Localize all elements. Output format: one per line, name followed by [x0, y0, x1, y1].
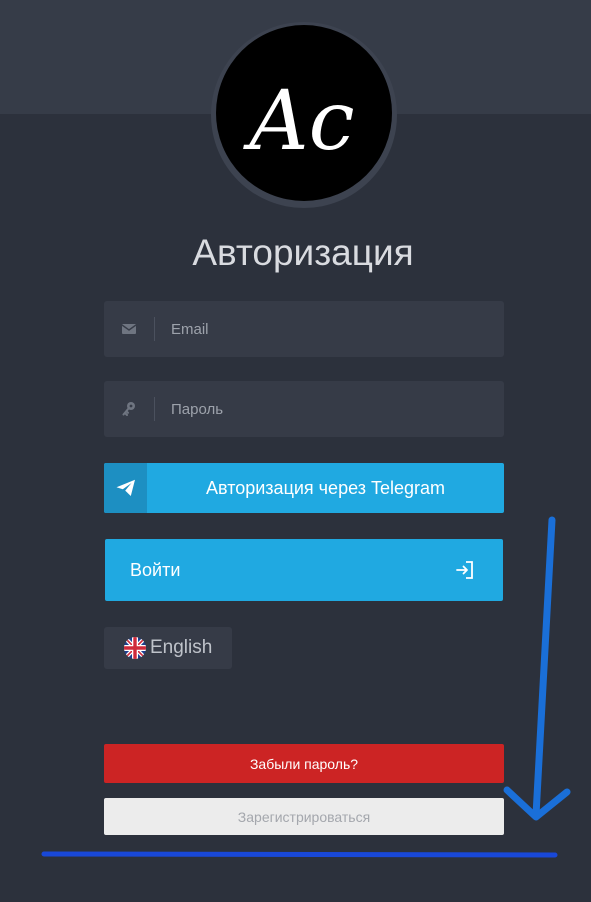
telegram-login-button[interactable]: Авторизация через Telegram [104, 463, 504, 513]
page-title: Авторизация [192, 232, 414, 273]
login-button[interactable]: Войти [105, 539, 503, 601]
annotation-arrow-head [503, 786, 571, 821]
key-icon [104, 381, 154, 437]
sign-in-icon [455, 560, 475, 580]
telegram-button-label: Авторизация через Telegram [206, 477, 445, 498]
password-field[interactable] [104, 381, 504, 437]
language-switcher[interactable]: English [104, 627, 232, 669]
forgot-password-button[interactable]: Забыли пароль? [104, 744, 504, 783]
annotation-arrow [532, 516, 556, 819]
uk-flag-icon [124, 637, 146, 659]
register-button[interactable]: Зарегистрироваться [104, 798, 504, 835]
site-logo: Ac [216, 25, 392, 201]
password-input[interactable] [155, 381, 504, 437]
paper-plane-icon [104, 463, 147, 513]
login-button-label: Войти [130, 559, 181, 580]
register-label: Зарегистрироваться [237, 808, 371, 825]
logo-text: Ac [242, 74, 354, 169]
logo-glyph: Ac [242, 74, 354, 169]
language-label: English [150, 637, 213, 658]
email-input[interactable] [155, 301, 504, 357]
email-field[interactable] [104, 301, 504, 357]
envelope-icon [104, 301, 154, 357]
forgot-password-label: Забыли пароль? [249, 755, 359, 772]
annotation-underline [41, 851, 558, 858]
